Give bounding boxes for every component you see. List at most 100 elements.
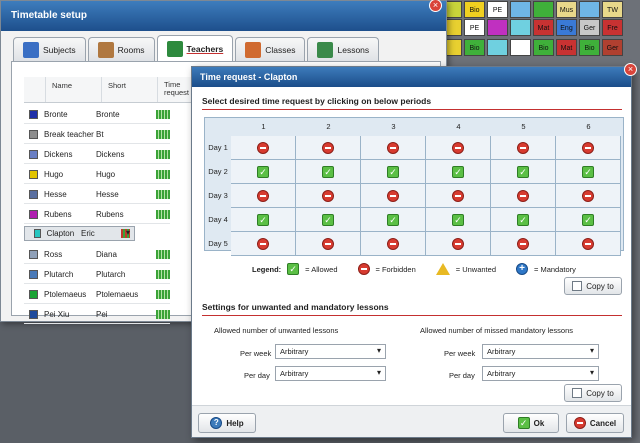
table-row[interactable]: Plutarch Plutarch	[24, 266, 170, 284]
time-request-icon[interactable]	[156, 310, 170, 319]
tab-classes[interactable]: Classes	[235, 37, 306, 61]
time-request-icon[interactable]	[156, 290, 170, 299]
per-week-label: Per week	[240, 349, 272, 358]
mandatory-per-day-select[interactable]: Arbitrary	[482, 366, 599, 381]
table-row[interactable]: Ptolemaeus Ptolemaeus	[24, 286, 170, 304]
button-label: Copy to	[586, 388, 614, 398]
period-cell[interactable]	[361, 232, 426, 256]
table-row[interactable]: Rubens Rubens	[24, 206, 170, 224]
period-cell[interactable]: ✓	[361, 208, 426, 232]
time-request-icon[interactable]	[156, 170, 170, 179]
forbidden-icon	[322, 237, 334, 250]
period-cell[interactable]	[296, 232, 361, 256]
period-cell[interactable]: ✓	[556, 208, 621, 232]
column-header-name[interactable]: Name	[46, 77, 102, 102]
tab-rooms[interactable]: Rooms	[87, 37, 155, 61]
legend-unwanted: = Unwanted	[455, 264, 496, 274]
allowed-icon: ✓	[517, 165, 529, 178]
day-header: Day 3	[208, 191, 228, 200]
color-swatch	[29, 210, 38, 219]
period-cell[interactable]: ✓	[296, 160, 361, 184]
bg-cell: Eng	[556, 19, 577, 36]
period-cell[interactable]: ✓	[426, 160, 491, 184]
table-row[interactable]: Bronte Bronte	[24, 106, 170, 124]
column-header-short[interactable]: Short	[102, 77, 158, 102]
period-cell[interactable]	[491, 232, 556, 256]
divider	[202, 315, 622, 316]
period-cell[interactable]: ✓	[296, 208, 361, 232]
teacher-short: Dickens	[96, 150, 125, 159]
table-row[interactable]: Hugo Hugo	[24, 166, 170, 184]
table-row[interactable]: Clapton Eric	[24, 226, 135, 241]
period-cell[interactable]	[296, 184, 361, 208]
cancel-button[interactable]: Cancel	[566, 413, 624, 433]
teacher-short: Eric	[81, 229, 95, 238]
period-cell[interactable]: ✓	[361, 160, 426, 184]
period-cell[interactable]: ✓	[231, 208, 296, 232]
help-button[interactable]: ? Help	[198, 413, 256, 433]
allowed-icon: ✓	[322, 165, 334, 178]
table-row[interactable]: Pei Xiu Pei	[24, 306, 170, 324]
time-request-icon[interactable]	[156, 150, 170, 159]
allowed-icon: ✓	[452, 213, 464, 226]
period-cell[interactable]: ✓	[231, 160, 296, 184]
period-cell[interactable]	[231, 184, 296, 208]
unwanted-per-week-select[interactable]: Arbitrary	[275, 344, 386, 359]
close-icon[interactable]: ×	[624, 63, 637, 76]
period-cell[interactable]: ✓	[491, 208, 556, 232]
period-cell[interactable]	[426, 136, 491, 160]
period-cell[interactable]: ✓	[491, 160, 556, 184]
tab-subjects[interactable]: Subjects	[13, 37, 86, 61]
day-header: Day 1	[208, 143, 228, 152]
tab-teachers[interactable]: Teachers	[156, 35, 234, 61]
period-cell[interactable]	[361, 136, 426, 160]
teacher-short: Hugo	[96, 170, 116, 179]
table-header: Name Short Time request	[24, 77, 202, 103]
table-row[interactable]: Ross Diana	[24, 246, 170, 264]
period-cell[interactable]	[296, 136, 361, 160]
tab-label: Classes	[265, 44, 296, 55]
bg-cell: Mat	[533, 19, 554, 36]
period-cell[interactable]	[361, 184, 426, 208]
mandatory-per-week-select[interactable]: Arbitrary	[482, 344, 599, 359]
time-request-icon[interactable]	[156, 130, 170, 139]
period-cell[interactable]	[491, 136, 556, 160]
time-request-icon[interactable]	[156, 190, 170, 199]
teacher-short: Bronte	[96, 110, 120, 119]
period-cell[interactable]	[556, 136, 621, 160]
table-row[interactable]: Hesse Hesse	[24, 186, 170, 204]
period-cell[interactable]	[556, 232, 621, 256]
tab-lessons[interactable]: Lessons	[307, 37, 380, 61]
time-request-icon[interactable]	[156, 210, 170, 219]
period-cell[interactable]	[556, 184, 621, 208]
period-cell[interactable]	[231, 232, 296, 256]
color-swatch	[29, 290, 38, 299]
time-request-icon[interactable]	[156, 110, 170, 119]
divider	[202, 109, 622, 110]
tab-label: Rooms	[117, 44, 145, 55]
per-day-label: Per day	[244, 371, 270, 380]
time-request-icon[interactable]	[156, 270, 170, 279]
color-swatch	[29, 270, 38, 279]
copy-to-button[interactable]: Copy to	[564, 277, 622, 295]
blackboard-icon	[317, 41, 334, 58]
unwanted-per-day-select[interactable]: Arbitrary	[275, 366, 386, 381]
period-cell[interactable]	[426, 232, 491, 256]
table-row[interactable]: Dickens Dickens	[24, 146, 170, 164]
allowed-icon: ✓	[582, 213, 594, 226]
copy-to-button-2[interactable]: Copy to	[564, 384, 622, 402]
period-cell[interactable]	[491, 184, 556, 208]
ok-button[interactable]: ✓ Ok	[503, 413, 559, 433]
period-cell[interactable]: ✓	[556, 160, 621, 184]
time-request-icon[interactable]	[120, 229, 130, 238]
teacher-name: Break teacher	[44, 130, 94, 139]
copy-icon	[572, 388, 583, 398]
table-row[interactable]: Break teacher Bt	[24, 126, 170, 144]
per-day-label: Per day	[449, 371, 475, 380]
legend-title: Legend:	[252, 264, 282, 274]
period-cell[interactable]	[426, 184, 491, 208]
time-request-icon[interactable]	[156, 250, 170, 259]
color-swatch	[29, 110, 38, 119]
period-cell[interactable]: ✓	[426, 208, 491, 232]
period-cell[interactable]	[231, 136, 296, 160]
